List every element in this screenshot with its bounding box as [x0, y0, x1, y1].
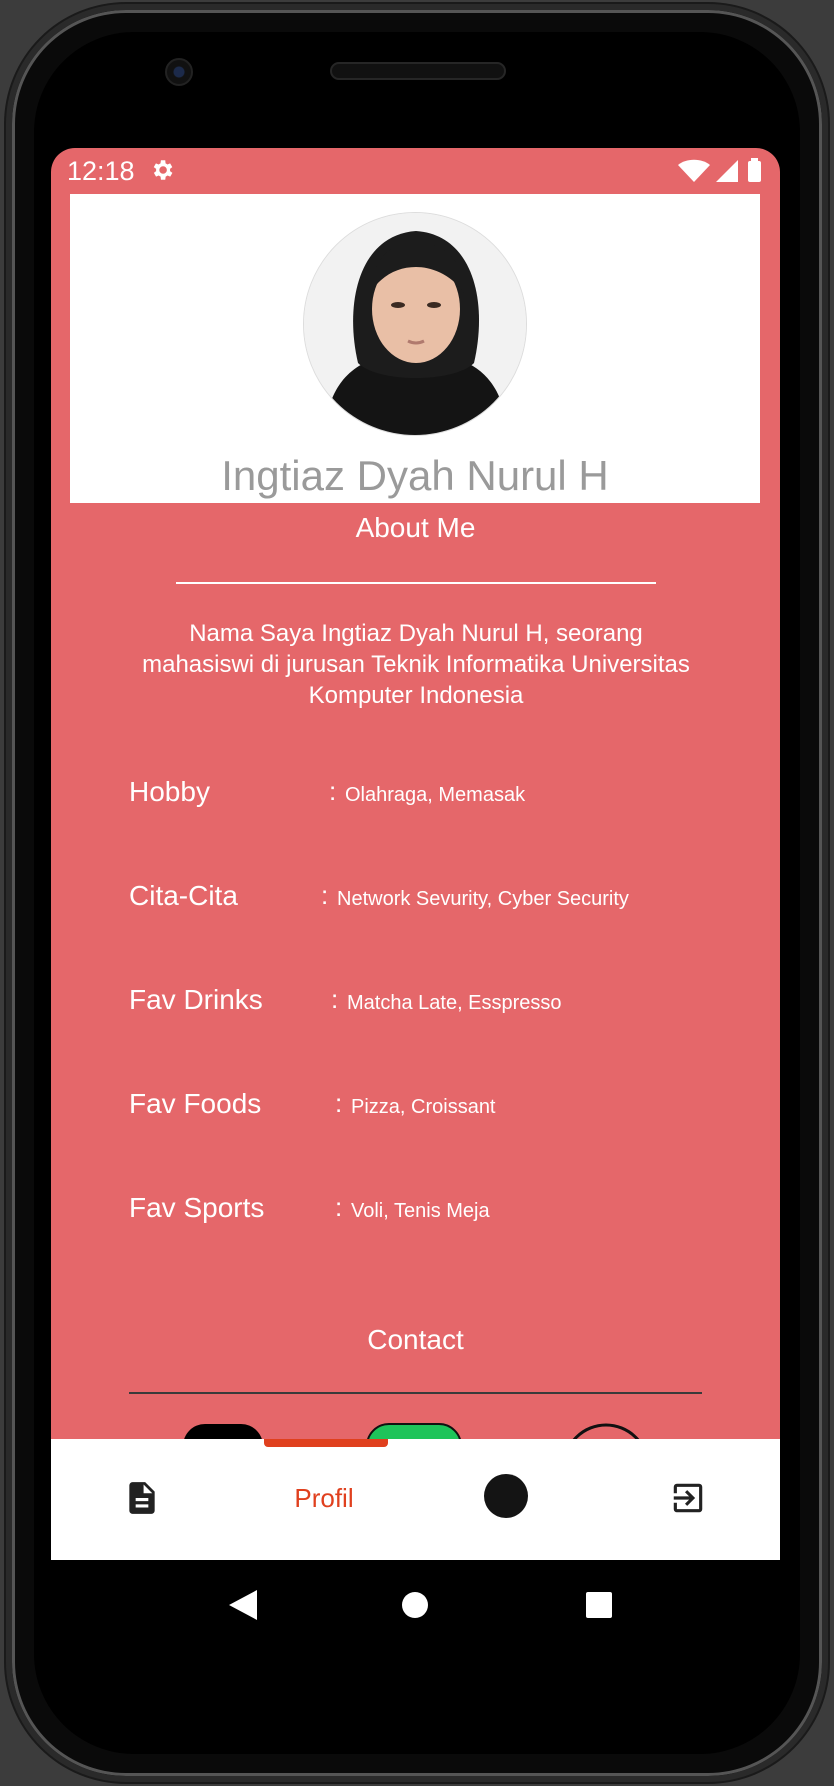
detail-row-hobby: Hobby : Olahraga, Memasak [129, 776, 749, 816]
nav-item-circle[interactable] [415, 1439, 597, 1560]
detail-colon: : [329, 776, 337, 806]
detail-label: Fav Drinks [129, 984, 263, 1015]
detail-value: Olahraga, Memasak [345, 784, 526, 806]
detail-colon: : [335, 1192, 343, 1222]
back-button-icon[interactable] [229, 1590, 257, 1620]
front-camera [165, 58, 193, 86]
contact-title: Contact [367, 1324, 464, 1355]
detail-row-fav-drinks: Fav Drinks : Matcha Late, Esspresso [129, 984, 749, 1024]
nav-profil-label: Profil [294, 1483, 354, 1513]
detail-colon: : [321, 880, 329, 910]
nav-item-document[interactable] [51, 1439, 233, 1560]
about-title: About Me [355, 512, 476, 543]
bottom-navigation: Profil [51, 1439, 780, 1560]
battery-icon [748, 161, 761, 182]
home-button-icon[interactable] [402, 1592, 428, 1618]
detail-value: Pizza, Croissant [351, 1096, 496, 1118]
detail-label: Fav Foods [129, 1088, 262, 1119]
green-app-icon[interactable] [365, 1422, 463, 1439]
detail-row-fav-foods: Fav Foods : Pizza, Croissant [129, 1088, 749, 1128]
black-app-icon[interactable] [181, 1422, 265, 1439]
profile-content[interactable]: Ingtiaz Dyah Nurul H About Me Nama Saya … [51, 194, 780, 1439]
detail-colon: : [335, 1088, 343, 1118]
profile-header-card: Ingtiaz Dyah Nurul H [70, 194, 760, 503]
about-divider [176, 582, 656, 584]
detail-row-cita-cita: Cita-Cita : Network Sevurity, Cyber Secu… [129, 880, 749, 920]
avatar-photo [304, 213, 526, 435]
detail-label: Fav Sports [129, 1192, 265, 1223]
detail-label: Cita-Cita [129, 880, 238, 911]
signal-icon [716, 160, 738, 182]
circle-app-icon[interactable] [561, 1422, 651, 1439]
gear-icon [153, 160, 173, 180]
exit-icon [673, 1483, 703, 1513]
profile-name: Ingtiaz Dyah Nurul H [221, 452, 609, 499]
screen: 12:18 Ingtiaz Dyah Nurul H About Me Nama… [51, 148, 780, 1560]
about-text: Nama Saya Ingtiaz Dyah Nurul H, seorang … [142, 620, 690, 709]
wifi-icon [678, 159, 710, 182]
system-status-icons [678, 158, 761, 182]
nav-item-exit[interactable] [597, 1439, 779, 1560]
detail-value: Matcha Late, Esspresso [347, 992, 562, 1014]
contact-divider [129, 1392, 702, 1394]
nav-item-profil[interactable]: Profil [233, 1439, 415, 1560]
detail-colon: : [331, 984, 339, 1014]
recents-button-icon[interactable] [586, 1592, 612, 1618]
nav-active-indicator [264, 1439, 388, 1447]
circle-icon [484, 1474, 528, 1518]
avatar [303, 212, 527, 436]
detail-value: Network Sevurity, Cyber Security [337, 888, 629, 910]
detail-row-fav-sports: Fav Sports : Voli, Tenis Meja [129, 1192, 749, 1232]
detail-label: Hobby [129, 776, 210, 807]
system-navigation-bar [229, 1590, 612, 1620]
document-icon [129, 1482, 155, 1514]
detail-value: Voli, Tenis Meja [351, 1200, 490, 1222]
status-bar: 12:18 [51, 148, 780, 194]
status-time: 12:18 [67, 156, 135, 186]
earpiece-speaker [330, 62, 506, 80]
